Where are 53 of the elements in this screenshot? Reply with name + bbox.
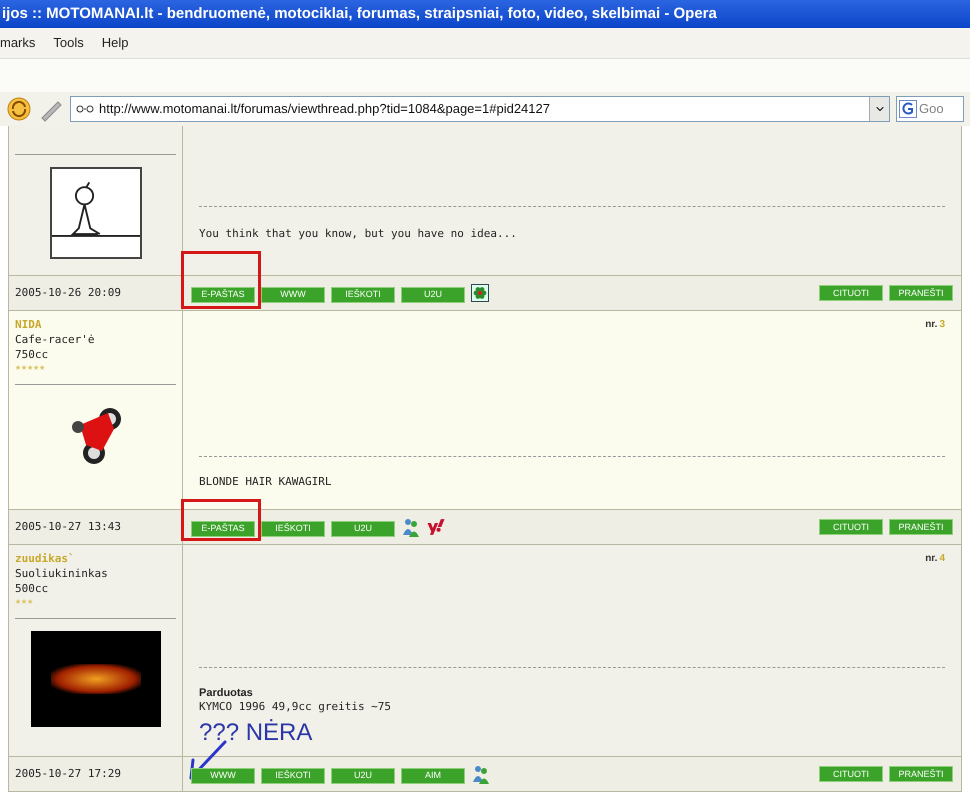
link-icon [75,104,95,114]
rating-stars: ★★★★★ [15,362,46,374]
people-icon[interactable] [401,517,421,537]
action-button[interactable]: WWW [261,286,325,302]
signature-text: BLONDE HAIR KAWAGIRL [199,475,332,489]
user-rank: Cafe-racer'ė [15,332,96,347]
dropdown-button[interactable] [869,97,889,121]
action-button[interactable]: PRANEŠTI [889,285,953,301]
post-number-label: nr. [925,552,938,566]
post-number-label: nr. [925,318,938,332]
action-button[interactable]: U2U [331,520,395,536]
rating-stars: ★★★ [15,596,34,608]
action-button[interactable]: IEŠKOTI [331,286,395,302]
engine-size: 750cc [15,347,50,362]
post-date: 2005-10-27 13:43 [15,518,121,535]
search-input[interactable]: Goo [919,99,959,119]
action-button[interactable]: E-PAŠTAS [191,520,255,536]
url-text: http://www.motomanai.lt/forumas/viewthread.php?tid=1084&page=1#pid24127 [99,100,551,118]
action-button[interactable]: WWW [191,768,255,784]
action-button[interactable]: IEŠKOTI [261,520,325,536]
menu-item[interactable]: Help [102,33,128,53]
action-button[interactable]: CITUOTI [819,519,883,535]
menu-item[interactable]: Tools [53,33,84,53]
post-date: 2005-10-27 17:29 [15,766,121,782]
handwritten-note: ??? NĖRA [199,718,314,748]
signature-text: KYMCO 1996 49,9cc greitis ~75 [199,700,392,714]
action-button[interactable]: U2U [401,286,465,302]
window-title: ijos :: MOTOMANAI.lt - bendruomenė, motociklai, forumas, straipsniai, foto, video, skelbimai - Opera [2,4,717,24]
post-number: 4 [939,552,945,566]
search-field[interactable]: Goo [896,96,964,122]
action-button[interactable]: U2U [331,768,395,784]
author-name[interactable]: zuudikas` [15,551,176,566]
action-button[interactable]: E-PAŠTAS [191,286,255,302]
post-date: 2005-10-26 20:09 [15,284,121,301]
author-name[interactable]: NIDA [15,317,176,332]
action-button[interactable]: PRANEŠTI [889,766,953,782]
people-icon[interactable] [471,764,491,784]
address-field[interactable]: http://www.motomanai.lt/forumas/viewthread.php?tid=1084&page=1#pid24127 [70,96,890,122]
sync-icon[interactable] [6,96,32,122]
engine-size: 500cc [15,581,50,596]
signature-text: Parduotas [199,686,254,700]
yahoo-icon[interactable] [427,518,445,536]
flower-icon[interactable] [471,284,489,302]
signature-text: You think that you know, but you have no idea... [199,227,518,241]
action-button[interactable]: AIM [401,768,465,784]
menu-item[interactable]: marks [0,33,36,53]
action-button[interactable]: IEŠKOTI [261,768,325,784]
action-button[interactable]: CITUOTI [819,285,883,301]
post-number: 3 [939,318,945,332]
user-rank: Suoliukininkas [15,566,109,581]
search-engine-icon [899,100,917,118]
action-button[interactable]: CITUOTI [819,766,883,782]
action-button[interactable]: PRANEŠTI [889,519,953,535]
